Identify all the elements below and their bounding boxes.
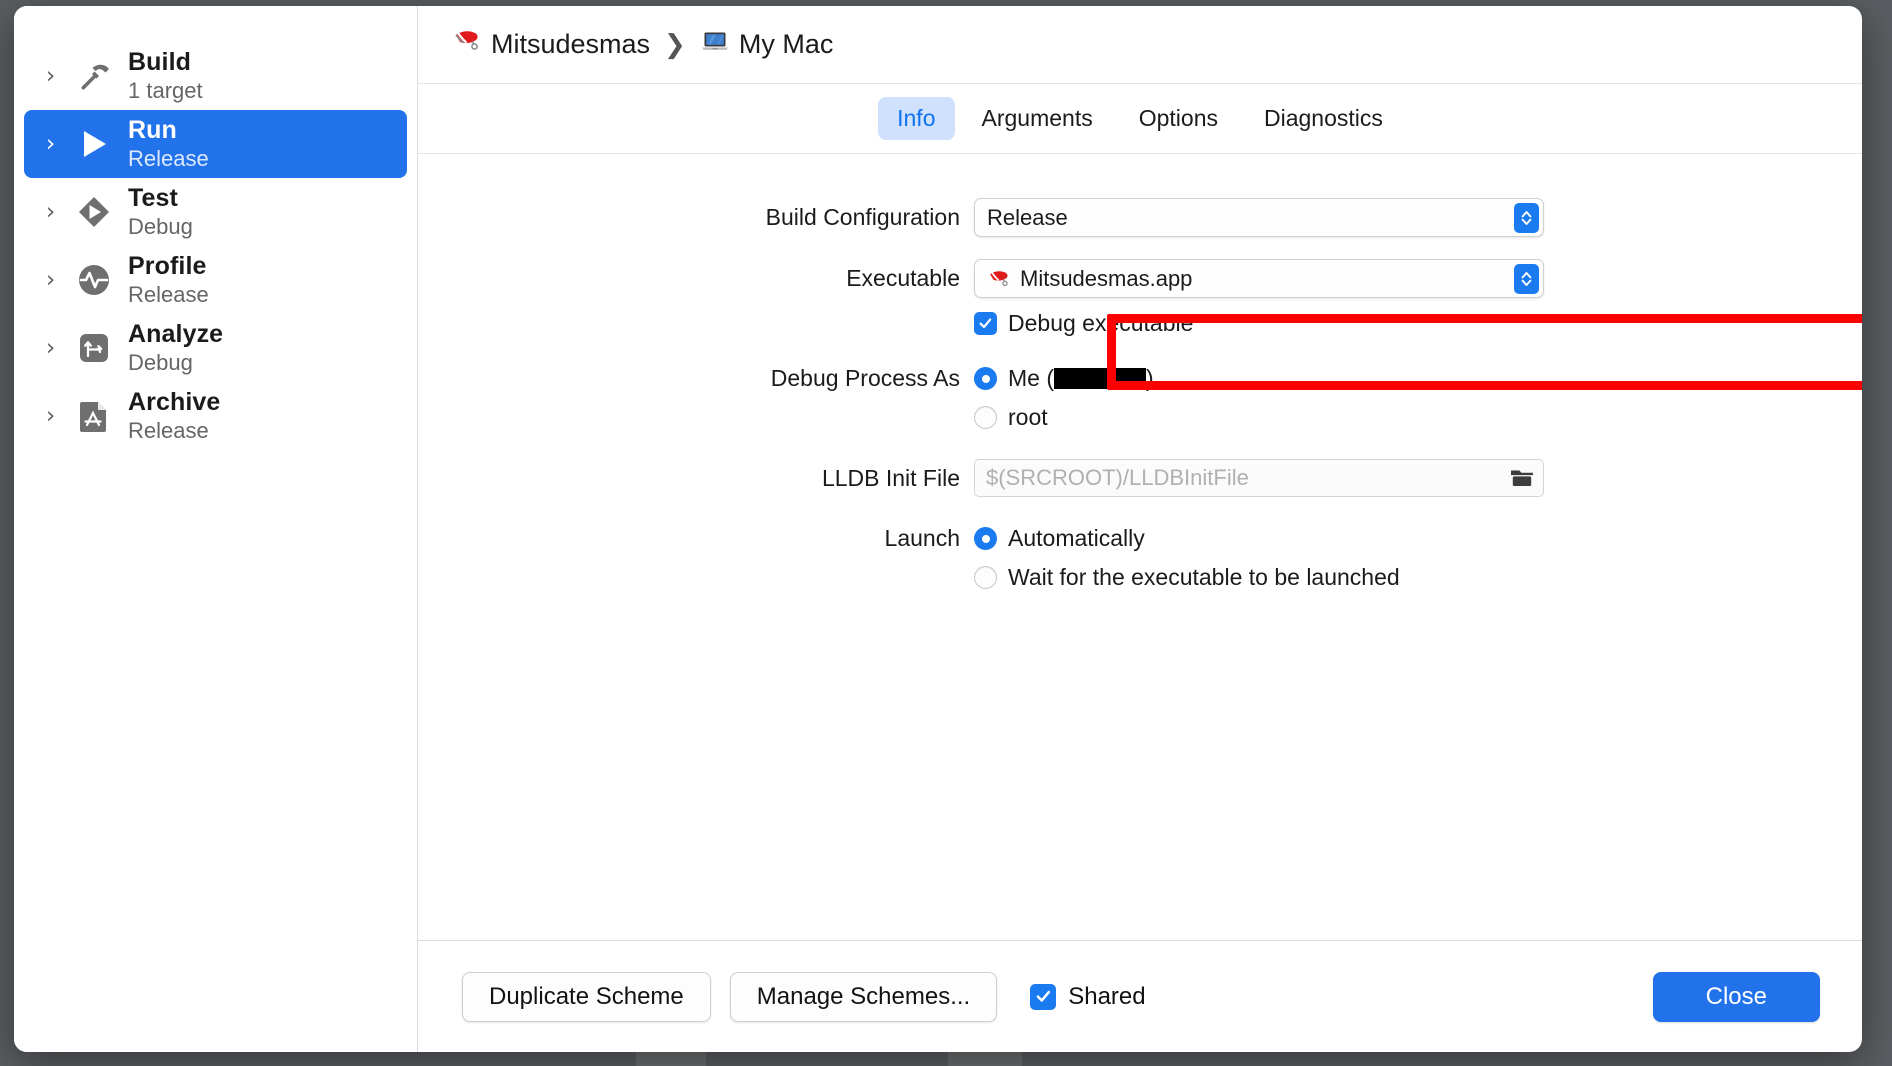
launch-automatically-label: Automatically — [1008, 525, 1145, 551]
hammer-icon — [72, 58, 116, 94]
chevron-right-icon[interactable]: › — [46, 336, 72, 360]
executable-popup[interactable]: Mitsudesmas.app — [974, 259, 1544, 298]
sidebar-item-profile[interactable]: › Profile Release — [24, 246, 407, 314]
breadcrumb-project-label: Mitsudesmas — [491, 29, 651, 59]
dock-item — [636, 1050, 706, 1066]
chevron-right-icon[interactable]: › — [46, 268, 72, 292]
sidebar-item-subtitle: 1 target — [128, 77, 203, 103]
scheme-editor-sheet: › Build 1 target › Run Release › Test De… — [14, 6, 1862, 1052]
checkmark-icon — [974, 312, 997, 335]
redacted-username — [1054, 368, 1146, 389]
debug-executable-checkbox[interactable]: Debug executable — [974, 310, 1193, 337]
sidebar-item-title: Analyze — [128, 320, 224, 349]
chevron-right-icon[interactable]: › — [46, 200, 72, 224]
sidebar-item-title: Run — [128, 116, 177, 145]
lldb-init-file-field[interactable]: $(SRCROOT)/LLDBInitFile — [974, 459, 1544, 497]
radio-unselected-icon — [974, 406, 997, 429]
debug-process-as-me-label: Me ( — [1008, 365, 1054, 391]
build-configuration-value: Release — [987, 204, 1068, 230]
launch-row: Launch Automatically — [418, 525, 1862, 552]
checkmark-icon — [1030, 983, 1057, 1010]
debug-executable-row: Debug executable — [418, 310, 1862, 337]
debug-process-as-row: Debug Process As Me () — [418, 365, 1862, 392]
sidebar-item-subtitle: Release — [128, 417, 209, 443]
scheme-detail-pane: Mitsudesmas ❯ My Mac Info Arguments Opti… — [418, 6, 1862, 1052]
launch-wait-row: Wait for the executable to be launched — [418, 564, 1862, 591]
debug-process-as-label: Debug Process As — [770, 365, 960, 391]
dock-item — [948, 1050, 1022, 1066]
executable-label: Executable — [846, 265, 960, 291]
radio-unselected-icon — [974, 566, 997, 589]
sidebar-item-subtitle: Debug — [128, 213, 193, 239]
sheet-bottom-bar: Duplicate Scheme Manage Schemes... Share… — [418, 940, 1862, 1052]
tab-diagnostics[interactable]: Diagnostics — [1245, 97, 1402, 140]
lldb-init-file-label: LLDB Init File — [821, 464, 960, 491]
breadcrumb: Mitsudesmas ❯ My Mac — [418, 6, 1862, 84]
lldb-init-file-row: LLDB Init File $(SRCROOT)/LLDBInitFile — [418, 459, 1862, 497]
sidebar-item-archive[interactable]: › Archive Release — [24, 382, 407, 450]
close-button[interactable]: Close — [1652, 971, 1820, 1022]
chevron-right-icon[interactable]: › — [46, 404, 72, 428]
duplicate-scheme-button[interactable]: Duplicate Scheme — [462, 971, 711, 1022]
executable-row: Executable Mitsudesmas.app — [418, 259, 1862, 298]
sidebar-item-test[interactable]: › Test Debug — [24, 178, 407, 246]
scheme-tab-bar: Info Arguments Options Diagnostics — [418, 84, 1862, 154]
analyze-icon — [72, 330, 116, 366]
sidebar-item-title: Build — [128, 48, 191, 77]
sidebar-item-analyze[interactable]: › Analyze Debug — [24, 314, 407, 382]
lldb-init-file-placeholder: $(SRCROOT)/LLDBInitFile — [986, 465, 1249, 490]
sidebar-item-subtitle: Release — [128, 281, 209, 307]
sidebar-item-title: Profile — [128, 252, 207, 281]
debug-process-as-me-suffix: ) — [1146, 365, 1154, 391]
executable-value: Mitsudesmas.app — [1020, 265, 1193, 291]
launch-label: Launch — [884, 525, 960, 551]
debug-process-as-root-row: root — [418, 404, 1862, 431]
sidebar-item-title: Archive — [128, 388, 221, 417]
shared-checkbox[interactable]: Shared — [1030, 982, 1146, 1011]
launch-wait-label: Wait for the executable to be launched — [1008, 564, 1400, 590]
tab-info[interactable]: Info — [878, 97, 955, 140]
sidebar-item-build[interactable]: › Build 1 target — [24, 42, 407, 110]
tab-arguments[interactable]: Arguments — [963, 97, 1112, 140]
breadcrumb-project[interactable]: Mitsudesmas — [452, 26, 650, 63]
build-configuration-label: Build Configuration — [765, 204, 960, 230]
debug-process-as-radio-me[interactable]: Me () — [974, 365, 1154, 392]
chevron-updown-icon[interactable] — [1514, 263, 1539, 294]
chevron-updown-icon[interactable] — [1514, 202, 1539, 233]
app-squid-icon — [987, 267, 1011, 291]
tab-options[interactable]: Options — [1120, 97, 1237, 140]
shared-label: Shared — [1068, 982, 1146, 1010]
debug-executable-label: Debug executable — [1008, 310, 1194, 336]
chevron-right-icon[interactable]: › — [46, 64, 72, 88]
breadcrumb-destination[interactable]: My Mac — [700, 26, 834, 63]
sidebar-item-subtitle: Debug — [128, 349, 193, 375]
scheme-actions-sidebar: › Build 1 target › Run Release › Test De… — [14, 6, 418, 1052]
archive-icon — [72, 398, 116, 434]
info-tab-form: Build Configuration Release Executable M… — [418, 154, 1862, 940]
profile-icon — [72, 262, 116, 298]
breadcrumb-separator-icon: ❯ — [664, 29, 686, 60]
folder-icon[interactable] — [1509, 466, 1535, 490]
radio-selected-icon — [974, 527, 997, 550]
app-squid-icon — [452, 26, 482, 63]
sidebar-item-run[interactable]: › Run Release — [24, 110, 407, 178]
test-icon — [72, 194, 116, 230]
launch-radio-wait[interactable]: Wait for the executable to be launched — [974, 564, 1400, 591]
launch-radio-automatically[interactable]: Automatically — [974, 525, 1145, 552]
manage-schemes-button[interactable]: Manage Schemes... — [729, 971, 998, 1022]
breadcrumb-destination-label: My Mac — [738, 29, 834, 59]
chevron-right-icon[interactable]: › — [46, 132, 72, 156]
build-configuration-row: Build Configuration Release — [418, 198, 1862, 237]
build-configuration-popup[interactable]: Release — [974, 198, 1544, 237]
debug-process-as-root-label: root — [1008, 404, 1048, 430]
sidebar-item-title: Test — [128, 184, 178, 213]
debug-process-as-radio-root[interactable]: root — [974, 404, 1048, 431]
macbook-icon — [700, 26, 730, 63]
radio-selected-icon — [974, 367, 997, 390]
sidebar-item-subtitle: Release — [128, 145, 209, 171]
play-icon — [72, 126, 116, 162]
